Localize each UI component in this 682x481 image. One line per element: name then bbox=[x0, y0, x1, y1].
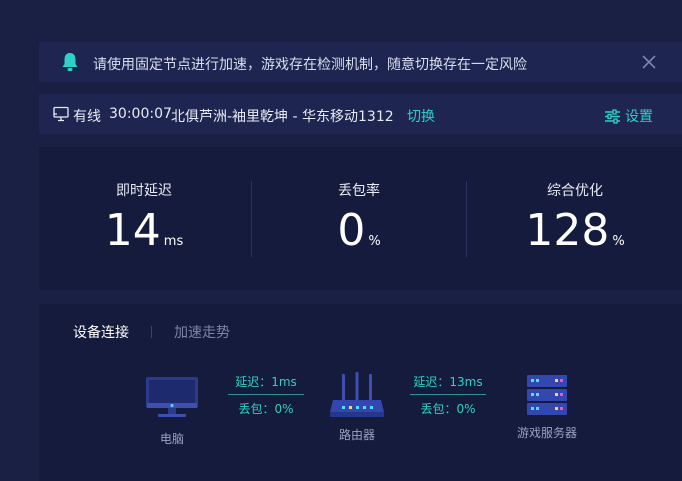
session-timer: 30:00:07 bbox=[109, 106, 172, 122]
device-connection-panel: 设备连接 加速走势 电脑 延迟：1ms 丢包：0% 路由器 延迟：13ms 丢包… bbox=[39, 304, 682, 481]
latency-value: 14 bbox=[104, 205, 161, 256]
settings-button[interactable]: 设置 bbox=[604, 106, 653, 126]
link-computer-router: 延迟：1ms 丢包：0% bbox=[228, 373, 304, 417]
latency-unit: ms bbox=[163, 234, 184, 249]
connection-status-bar: 有线 30:00:07 北俱芦洲-袖里乾坤 - 华东移动1312 切换 设置 bbox=[39, 94, 682, 134]
router-label: 路由器 bbox=[338, 428, 375, 442]
latency-metric: 即时延迟 14 ms bbox=[39, 147, 249, 290]
server-icon bbox=[527, 375, 567, 415]
bell-icon bbox=[62, 53, 78, 71]
sliders-icon bbox=[605, 108, 620, 124]
packet-loss-unit: % bbox=[368, 234, 381, 249]
link1-line bbox=[228, 394, 304, 395]
optimization-label: 综合优化 bbox=[547, 183, 603, 199]
notice-text: 请使用固定节点进行加速，游戏存在检测机制，随意切换存在一定风险 bbox=[93, 57, 527, 73]
link1-latency: 延迟：1ms bbox=[235, 375, 297, 389]
tab-acceleration-trend[interactable]: 加速走势 bbox=[174, 322, 230, 342]
optimization-metric: 综合优化 128% bbox=[470, 147, 680, 290]
router-device: 路由器 bbox=[327, 372, 387, 443]
notice-bar: 请使用固定节点进行加速，游戏存在检测机制，随意切换存在一定风险 bbox=[39, 42, 682, 82]
close-icon[interactable] bbox=[642, 55, 656, 69]
game-server-device: 游戏服务器 bbox=[507, 374, 587, 441]
packet-loss-value: 0 bbox=[337, 205, 366, 256]
packet-loss-metric: 丢包率 0% bbox=[254, 147, 464, 290]
metric-divider bbox=[251, 181, 252, 257]
tab-device-connection[interactable]: 设备连接 bbox=[73, 322, 129, 342]
link2-line bbox=[410, 394, 486, 395]
server-label: 游戏服务器 bbox=[516, 426, 577, 440]
switch-node-link[interactable]: 切换 bbox=[407, 106, 435, 126]
optimization-value: 128 bbox=[525, 205, 610, 256]
tab-separator bbox=[151, 326, 152, 338]
router-icon bbox=[330, 372, 384, 417]
computer-label: 电脑 bbox=[159, 432, 184, 446]
metrics-panel: 即时延迟 14 ms 丢包率 0% 综合优化 128% bbox=[39, 147, 682, 290]
computer-device: 电脑 bbox=[144, 376, 200, 447]
link2-loss: 丢包：0% bbox=[420, 402, 476, 416]
link2-latency: 延迟：13ms bbox=[413, 375, 483, 389]
optimization-unit: % bbox=[612, 234, 625, 249]
latency-label: 即时延迟 bbox=[116, 183, 172, 199]
packet-loss-label: 丢包率 bbox=[338, 183, 380, 199]
metric-divider bbox=[466, 181, 467, 257]
panel-tabs: 设备连接 加速走势 bbox=[73, 322, 230, 342]
settings-label: 设置 bbox=[625, 109, 653, 125]
computer-icon bbox=[146, 377, 198, 417]
link1-loss: 丢包：0% bbox=[238, 402, 294, 416]
node-name: 北俱芦洲-袖里乾坤 - 华东移动1312 bbox=[171, 109, 394, 125]
connection-type: 有线 bbox=[73, 109, 101, 125]
link-router-server: 延迟：13ms 丢包：0% bbox=[410, 373, 486, 417]
wired-connection-icon bbox=[53, 106, 69, 122]
